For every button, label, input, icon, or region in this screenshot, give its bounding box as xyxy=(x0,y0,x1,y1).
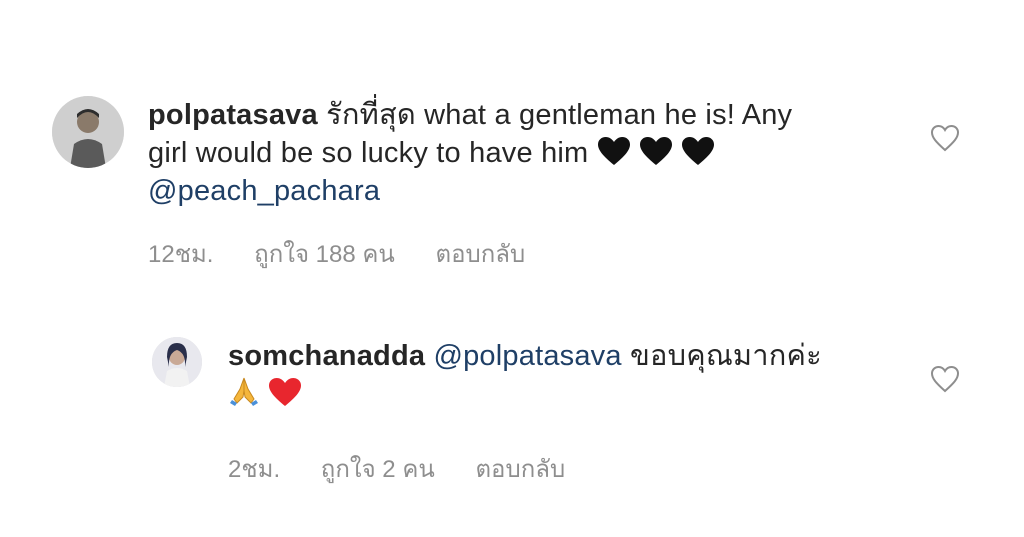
comment-body: ขอบคุณมากค่ะ xyxy=(621,340,822,372)
comment-somchanadda: somchanadda @polpatasava ขอบคุณมากค่ะ 2ช… xyxy=(148,333,978,483)
heart-outline-icon[interactable] xyxy=(930,365,960,393)
comment-text: somchanadda @polpatasava ขอบคุณมากค่ะ xyxy=(228,337,828,413)
comment-text: polpatasava รักที่สุด what a gentleman h… xyxy=(148,96,828,210)
black-heart-emoji xyxy=(597,137,630,165)
comment-meta: 12ชม. ถูกใจ 188 คน ตอบกลับ xyxy=(148,234,559,273)
mention-link[interactable]: @polpatasava xyxy=(433,340,621,372)
heart-outline-icon[interactable] xyxy=(930,124,960,152)
comment-username[interactable]: polpatasava xyxy=(148,99,318,131)
comment-polpatasava: polpatasava รักที่สุด what a gentleman h… xyxy=(48,92,978,272)
reply-button[interactable]: ตอบกลับ xyxy=(436,241,526,268)
comment-time: 2ชม. xyxy=(228,456,281,483)
folded-hands-emoji xyxy=(230,377,258,406)
likes-count[interactable]: ถูกใจ 2 คน xyxy=(321,456,435,483)
comment-time: 12ชม. xyxy=(148,241,214,268)
black-heart-emoji xyxy=(639,137,672,165)
likes-count[interactable]: ถูกใจ 188 คน xyxy=(254,241,395,268)
avatar-somchanadda[interactable] xyxy=(152,337,202,387)
reply-button[interactable]: ตอบกลับ xyxy=(475,456,565,483)
black-heart-emoji xyxy=(682,137,715,165)
comment-username[interactable]: somchanadda xyxy=(228,340,425,372)
comment-meta: 2ชม. ถูกใจ 2 คน ตอบกลับ xyxy=(228,449,599,488)
avatar-polpatasava[interactable] xyxy=(52,96,124,168)
red-heart-emoji xyxy=(269,378,302,406)
mention-link[interactable]: @peach_pachara xyxy=(148,175,380,207)
